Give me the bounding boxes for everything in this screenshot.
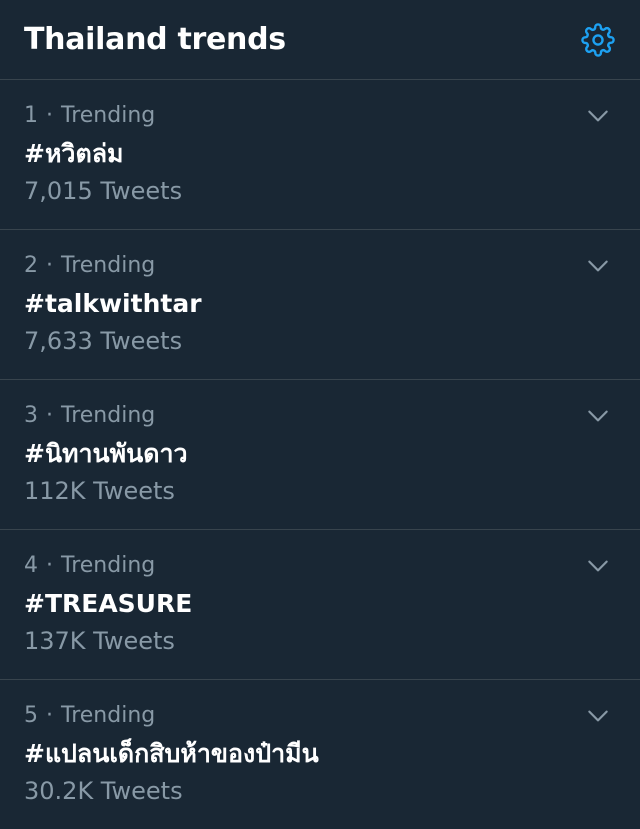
trend-rank: 5 (24, 703, 38, 728)
trend-meta: 3 · Trending (24, 404, 616, 428)
trend-tweet-count: 30.2K Tweets (24, 776, 183, 805)
trend-separator: · (46, 403, 53, 428)
trend-separator: · (46, 253, 53, 278)
settings-button[interactable] (578, 20, 618, 60)
trend-more-button[interactable] (582, 250, 614, 282)
trend-context: Trending (61, 103, 156, 128)
trend-tweet-count: 137K Tweets (24, 626, 175, 655)
trend-more-button[interactable] (582, 100, 614, 132)
trend-list: 1 · Trending #หวิตล่ม 7,015 Tweets 2 · T… (0, 80, 640, 829)
trend-tweet-count: 7,633 Tweets (24, 326, 183, 355)
trend-item[interactable]: 4 · Trending #TREASURE 137K Tweets (0, 530, 640, 680)
trend-item[interactable]: 1 · Trending #หวิตล่ม 7,015 Tweets (0, 80, 640, 230)
trend-item[interactable]: 3 · Trending #นิทานพันดาว 112K Tweets (0, 380, 640, 530)
trend-meta: 4 · Trending (24, 554, 616, 578)
trend-separator: · (46, 553, 53, 578)
trend-context: Trending (61, 403, 156, 428)
trend-meta: 5 · Trending (24, 704, 616, 728)
trend-rank: 1 (24, 103, 38, 128)
trend-context: Trending (61, 703, 156, 728)
trend-context: Trending (61, 253, 156, 278)
trend-more-button[interactable] (582, 400, 614, 432)
trend-tweet-count: 7,015 Tweets (24, 176, 183, 205)
trend-separator: · (46, 703, 53, 728)
trends-panel: Thailand trends 1 · Trending #หวิตล่ม 7,… (0, 0, 640, 829)
trend-tweet-count: 112K Tweets (24, 476, 175, 505)
page-title: Thailand trends (24, 21, 286, 57)
trend-meta: 1 · Trending (24, 104, 616, 128)
trend-name: #TREASURE (24, 589, 193, 618)
chevron-down-icon (588, 710, 608, 722)
trend-context: Trending (61, 553, 156, 578)
chevron-down-icon (588, 110, 608, 122)
trend-more-button[interactable] (582, 700, 614, 732)
trend-rank: 2 (24, 253, 38, 278)
trend-rank: 3 (24, 403, 38, 428)
trend-meta: 2 · Trending (24, 254, 616, 278)
trend-item[interactable]: 5 · Trending #แปลนเด็กสิบห้าของป๋ามีน 30… (0, 680, 640, 829)
gear-icon (581, 22, 615, 57)
trend-name: #แปลนเด็กสิบห้าของป๋ามีน (24, 739, 319, 768)
trend-rank: 4 (24, 553, 38, 578)
chevron-down-icon (588, 560, 608, 572)
trend-name: #talkwithtar (24, 289, 202, 318)
trend-separator: · (46, 103, 53, 128)
chevron-down-icon (588, 410, 608, 422)
trend-item[interactable]: 2 · Trending #talkwithtar 7,633 Tweets (0, 230, 640, 380)
trends-header: Thailand trends (0, 0, 640, 80)
trend-name: #หวิตล่ม (24, 139, 124, 168)
chevron-down-icon (588, 260, 608, 272)
trend-name: #นิทานพันดาว (24, 439, 188, 468)
trend-more-button[interactable] (582, 550, 614, 582)
